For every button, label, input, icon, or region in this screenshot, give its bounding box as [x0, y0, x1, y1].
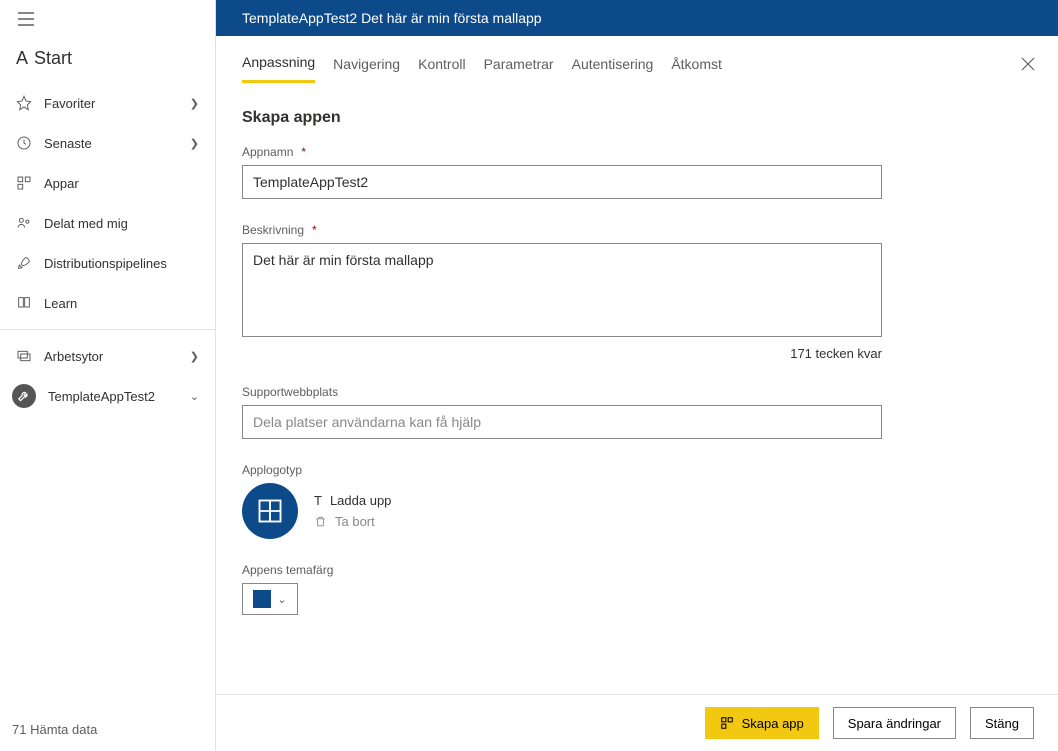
footer-prefix: 71: [12, 722, 26, 737]
nav-label: Delat med mig: [44, 216, 199, 231]
create-app-label: Skapa app: [742, 716, 804, 731]
color-swatch: [253, 590, 271, 608]
tab-anpassning[interactable]: Anpassning: [242, 54, 315, 83]
upload-icon: T: [314, 493, 322, 508]
app-logo-icon: [256, 497, 284, 525]
rocket-icon: [16, 255, 32, 271]
nav-learn[interactable]: Learn: [0, 283, 215, 323]
required-indicator: *: [301, 145, 306, 159]
tab-kontroll[interactable]: Kontroll: [418, 56, 465, 82]
section-title: Skapa appen: [242, 109, 1028, 127]
support-label: Supportwebbplats: [242, 385, 338, 399]
nav-start[interactable]: A Start: [0, 38, 215, 83]
field-description: Beskrivning * 171 tecken kvar: [242, 223, 882, 361]
nav-delat-med-mig[interactable]: Delat med mig: [0, 203, 215, 243]
logo-label: Applogotyp: [242, 463, 302, 477]
appname-label: Appnamn: [242, 145, 293, 159]
support-input[interactable]: [242, 405, 882, 439]
footer-bar: Skapa app Spara ändringar Stäng: [216, 694, 1058, 751]
chevron-right-icon: ❯: [190, 350, 199, 363]
close-label: Stäng: [985, 716, 1019, 731]
nav-divider: [0, 329, 215, 330]
field-support: Supportwebbplats: [242, 385, 882, 439]
main-panel: TemplateAppTest2 Det här är min första m…: [216, 0, 1058, 751]
appname-input[interactable]: [242, 165, 882, 199]
theme-label: Appens temafärg: [242, 563, 333, 577]
upload-logo-link[interactable]: T Ladda upp: [314, 493, 391, 508]
header-title: TemplateAppTest2 Det här är min första m…: [242, 10, 542, 26]
field-appname: Appnamn *: [242, 145, 882, 199]
nav-distribution-pipelines[interactable]: Distributionspipelines: [0, 243, 215, 283]
nav-label: TemplateAppTest2: [48, 389, 178, 404]
book-icon: [16, 295, 32, 311]
tab-parametrar[interactable]: Parametrar: [484, 56, 554, 82]
tab-navigering[interactable]: Navigering: [333, 56, 400, 82]
upload-label: Ladda upp: [330, 493, 391, 508]
apps-icon: [720, 716, 734, 730]
close-icon: [1020, 56, 1036, 72]
field-logo: Applogotyp T Ladda upp Ta bort: [242, 463, 882, 539]
delete-label: Ta bort: [335, 514, 375, 529]
home-icon-wrap: A: [16, 48, 28, 69]
save-label: Spara ändringar: [848, 716, 941, 731]
chevron-right-icon: ❯: [190, 137, 199, 150]
home-label: Start: [34, 48, 72, 69]
shared-icon: [16, 215, 32, 231]
sidebar-footer[interactable]: 71 Hämta data: [0, 712, 215, 751]
sidebar: A Start Favoriter ❯ Senaste ❯: [0, 0, 216, 751]
nav-favoriter[interactable]: Favoriter ❯: [0, 83, 215, 123]
nav-senaste[interactable]: Senaste ❯: [0, 123, 215, 163]
description-label: Beskrivning: [242, 223, 304, 237]
required-indicator: *: [312, 223, 317, 237]
nav-label: Learn: [44, 296, 199, 311]
trash-icon: [314, 515, 327, 528]
wrench-icon: [12, 384, 36, 408]
theme-color-picker[interactable]: ⌄: [242, 583, 298, 615]
delete-logo-link[interactable]: Ta bort: [314, 514, 391, 529]
workspaces-icon: [16, 348, 32, 364]
hamburger-icon: [18, 12, 34, 26]
nav-label: Favoriter: [44, 96, 178, 111]
nav-appar[interactable]: Appar: [0, 163, 215, 203]
tab-autentisering[interactable]: Autentisering: [572, 56, 654, 82]
description-input[interactable]: [242, 243, 882, 337]
create-app-button[interactable]: Skapa app: [705, 707, 819, 739]
hamburger-menu[interactable]: [0, 0, 215, 38]
char-counter: 171 tecken kvar: [242, 346, 882, 361]
form-area: Skapa appen Appnamn * Beskrivning * 171 …: [216, 83, 1058, 694]
close-button-footer[interactable]: Stäng: [970, 707, 1034, 739]
star-icon: [16, 95, 32, 111]
chevron-down-icon: ⌄: [190, 390, 199, 403]
header-bar: TemplateAppTest2 Det här är min första m…: [216, 0, 1058, 36]
clock-icon: [16, 135, 32, 151]
save-changes-button[interactable]: Spara ändringar: [833, 707, 956, 739]
apps-icon: [16, 175, 32, 191]
chevron-right-icon: ❯: [190, 97, 199, 110]
footer-label: Hämta data: [30, 722, 97, 737]
app-logo-preview: [242, 483, 298, 539]
nav-label: Appar: [44, 176, 199, 191]
tabs: Anpassning Navigering Kontroll Parametra…: [216, 36, 1058, 83]
nav-label: Senaste: [44, 136, 178, 151]
tab-atkomst[interactable]: Åtkomst: [671, 56, 722, 82]
nav-label: Arbetsytor: [44, 349, 178, 364]
close-button[interactable]: [1020, 56, 1036, 75]
nav-arbetsytor[interactable]: Arbetsytor ❯: [0, 336, 215, 376]
nav-current-workspace[interactable]: TemplateAppTest2 ⌄: [0, 376, 215, 416]
chevron-down-icon: ⌄: [277, 593, 286, 606]
nav-label: Distributionspipelines: [44, 256, 199, 271]
field-theme-color: Appens temafärg ⌄: [242, 563, 882, 615]
